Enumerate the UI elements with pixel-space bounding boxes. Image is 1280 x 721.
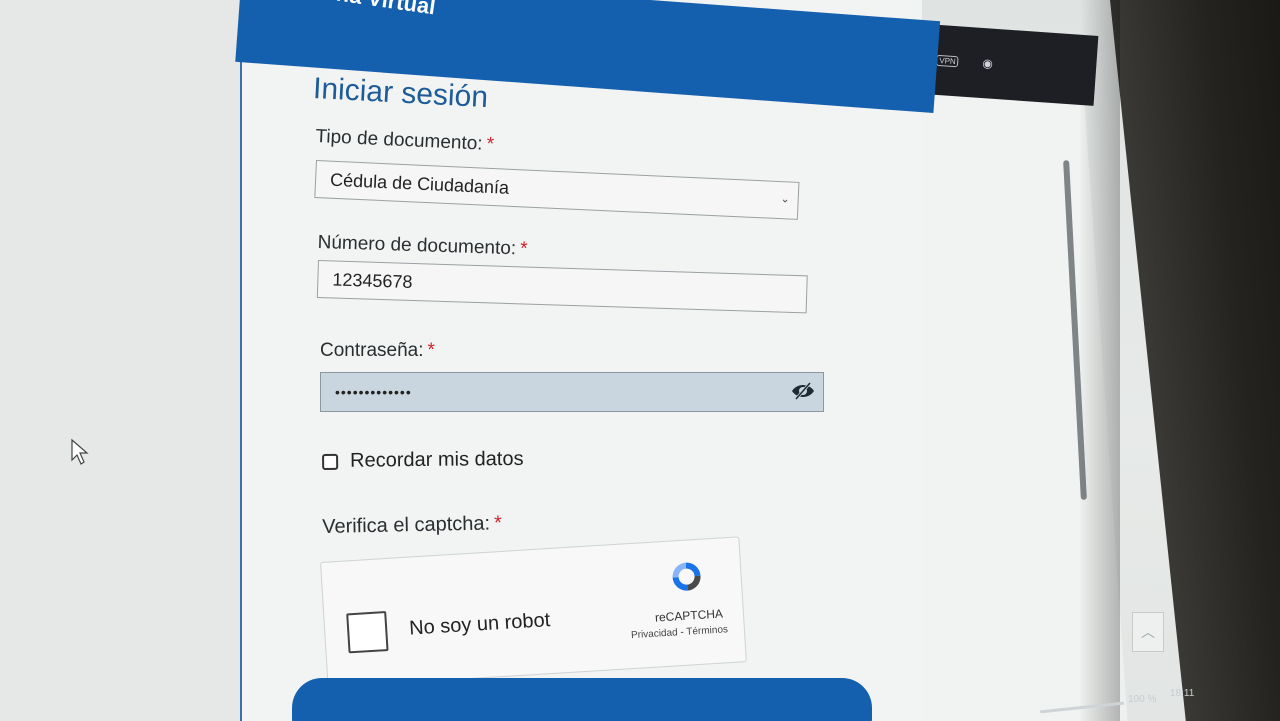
password-input[interactable]: ••••••••••••• bbox=[320, 372, 824, 412]
vpn-icon[interactable]: VPN bbox=[935, 54, 960, 67]
remember-row[interactable]: Recordar mis datos bbox=[322, 448, 524, 473]
doc-type-label: Tipo de documento: * bbox=[315, 126, 495, 156]
recaptcha-links[interactable]: Privacidad - Términos bbox=[631, 624, 729, 641]
clock: 18:11 bbox=[1170, 688, 1195, 699]
doc-type-value: Cédula de Ciudadanía bbox=[329, 169, 510, 198]
eye-off-icon[interactable] bbox=[789, 379, 817, 403]
bezel-shade bbox=[1080, 0, 1120, 721]
remember-label: Recordar mis datos bbox=[349, 447, 524, 472]
recaptcha-checkbox[interactable] bbox=[346, 611, 389, 654]
zoom-level: 100 % bbox=[1128, 694, 1157, 705]
required-mark: * bbox=[486, 133, 495, 156]
password-value: ••••••••••••• bbox=[335, 384, 412, 400]
login-card: Oficina Virtual Iniciar sesión Tipo de d… bbox=[235, 0, 941, 721]
required-mark: * bbox=[519, 238, 528, 260]
eye-off-svg bbox=[792, 382, 814, 400]
remember-checkbox[interactable] bbox=[322, 453, 339, 470]
recaptcha-widget: No soy un robot reCAPTCHA Privacidad - T… bbox=[320, 536, 747, 688]
captcha-label: Verifica el captcha: * bbox=[322, 512, 503, 538]
mouse-cursor-icon bbox=[71, 438, 89, 465]
profile-icon[interactable]: ◉ bbox=[980, 56, 995, 71]
recaptcha-logo-icon bbox=[672, 562, 701, 591]
doc-type-select[interactable]: Cédula de Ciudadanía ⌄ bbox=[314, 160, 800, 220]
chevron-up-icon: ︿ bbox=[1141, 624, 1155, 640]
recaptcha-brand: reCAPTCHA bbox=[654, 606, 724, 625]
submit-button[interactable] bbox=[292, 678, 872, 721]
page-right-inner bbox=[900, 60, 1080, 721]
password-label: Contraseña: * bbox=[320, 340, 435, 361]
required-mark: * bbox=[493, 512, 503, 535]
screen: ︿ ⚿ ≡ ⌑ ▣ ⚠ S ⛊ VPN ◉ Oficina Virtual In… bbox=[0, 0, 1280, 721]
chevron-down-icon: ⌄ bbox=[780, 193, 790, 206]
page-left-background bbox=[0, 0, 240, 721]
scroll-to-top-button[interactable]: ︿ bbox=[1132, 612, 1164, 652]
recaptcha-checkbox-label: No soy un robot bbox=[408, 609, 551, 640]
header-title: Oficina Virtual bbox=[286, 0, 437, 20]
required-mark: * bbox=[427, 340, 435, 361]
doc-number-label: Número de documento: * bbox=[317, 232, 528, 260]
doc-number-value: 12345678 bbox=[332, 268, 413, 292]
doc-number-input[interactable]: 12345678 bbox=[316, 260, 808, 314]
